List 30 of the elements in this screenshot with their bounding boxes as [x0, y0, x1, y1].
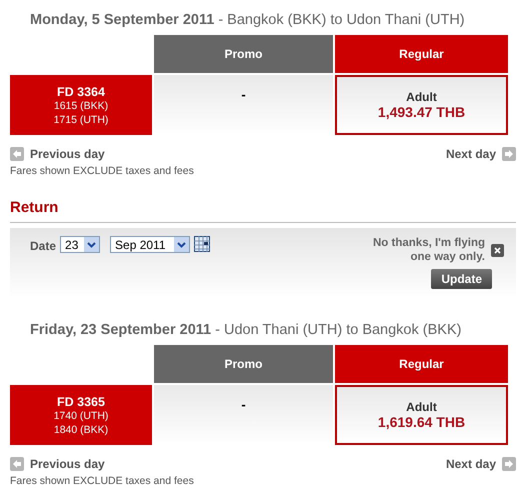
left-arrow-icon — [10, 457, 24, 471]
fare-column-header: Regular — [335, 35, 508, 73]
section-heading: Return — [10, 199, 516, 223]
close-icon[interactable] — [491, 244, 504, 256]
month-select[interactable]: Sep 2011 — [110, 236, 190, 253]
previous-day-link[interactable]: Previous day — [10, 147, 105, 161]
date-label: Date — [30, 239, 56, 253]
fare-note: Fares shown EXCLUDE taxes and fees — [10, 475, 195, 487]
chevron-down-icon — [177, 242, 186, 248]
fare-option[interactable]: Adult 1,619.64 THB — [335, 385, 508, 445]
fare-column-header: Promo — [154, 345, 333, 383]
flight-card: FD 3364 1615 (BKK) 1715 (UTH) — [10, 75, 152, 135]
fare-column-header: Regular — [335, 345, 508, 383]
chevron-down-icon — [87, 242, 96, 248]
update-button[interactable]: Update — [431, 269, 492, 289]
fare-option[interactable]: Adult 1,493.47 THB — [335, 75, 508, 135]
next-day-link[interactable]: Next day — [446, 457, 516, 471]
next-day-link[interactable]: Next day — [446, 147, 516, 161]
flight-date-route: Friday, 23 September 2011 - Udon Thani (UTH) to Bangkok (BKK) — [30, 322, 462, 340]
right-arrow-icon — [502, 457, 516, 471]
flight-date-route: Monday, 5 September 2011 - Bangkok (BKK) to Udon Thani (UTH) — [30, 12, 466, 30]
day-select[interactable]: 23 — [60, 236, 100, 253]
fare-note: Fares shown EXCLUDE taxes and fees — [10, 165, 195, 177]
flight-card: FD 3365 1740 (UTH) 1840 (BKK) — [10, 385, 152, 445]
one-way-text: No thanks, I'm flying one way only. — [372, 236, 485, 264]
right-arrow-icon — [502, 147, 516, 161]
fare-column-header: Promo — [154, 35, 333, 73]
calendar-icon[interactable] — [194, 236, 210, 252]
left-arrow-icon — [10, 147, 24, 161]
previous-day-link[interactable]: Previous day — [10, 457, 105, 471]
